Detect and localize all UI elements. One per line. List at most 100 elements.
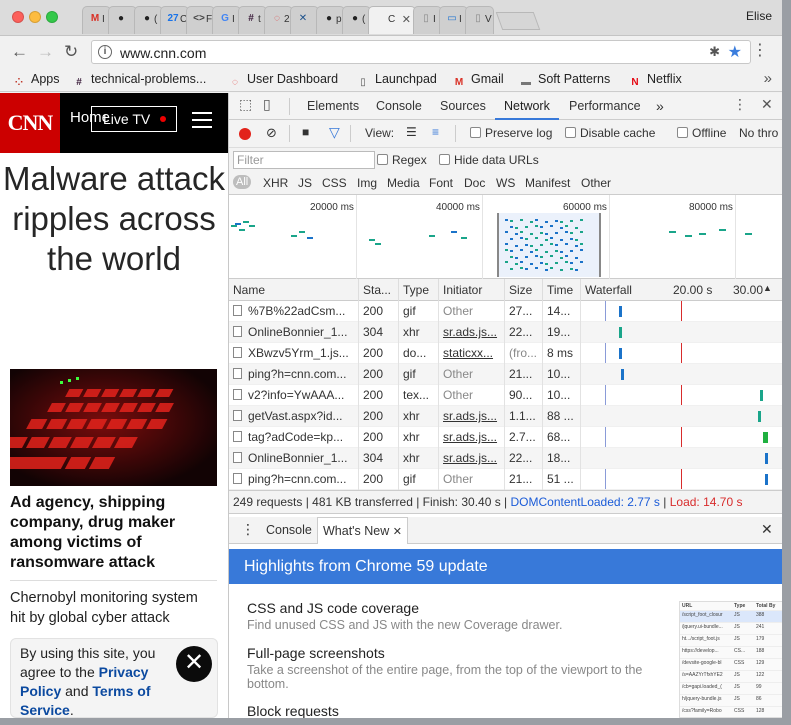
- hamburger-menu-icon[interactable]: [192, 112, 212, 133]
- whats-new-item[interactable]: Full-page screenshots Take a screenshot o…: [247, 645, 647, 691]
- extension-icon[interactable]: ✱: [709, 44, 720, 60]
- disable-cache-checkbox[interactable]: Disable cache: [565, 126, 655, 140]
- bookmark-item[interactable]: ▯ Launchpad: [356, 72, 437, 90]
- close-whats-new-icon[interactable]: ✕: [393, 526, 402, 538]
- tab-sources[interactable]: Sources: [440, 93, 486, 120]
- minimize-window-button[interactable]: [29, 11, 41, 23]
- browser-tab[interactable]: ▯ V: [465, 6, 494, 34]
- close-devtools-icon[interactable]: ✕: [761, 96, 773, 113]
- browser-tab[interactable]: ● p: [316, 6, 345, 34]
- type-filter-other[interactable]: Other: [581, 176, 611, 190]
- story-headline-2[interactable]: Chernobyl monitoring system hit by globa…: [10, 588, 215, 628]
- tab-elements[interactable]: Elements: [307, 93, 359, 120]
- new-tab-button[interactable]: [495, 12, 541, 30]
- sort-arrow-icon[interactable]: ▲: [763, 283, 772, 293]
- devtools-menu-icon[interactable]: ⋮: [733, 96, 747, 113]
- type-filter-all[interactable]: All: [233, 175, 252, 189]
- clear-icon[interactable]: ⊘: [266, 125, 277, 141]
- device-toggle-icon[interactable]: ▯: [263, 96, 271, 113]
- close-tab-icon[interactable]: ✕: [402, 7, 411, 33]
- record-icon[interactable]: [239, 128, 251, 140]
- address-bar[interactable]: i www.cnn.com ✱ ★: [91, 40, 751, 64]
- row-initiator-text[interactable]: sr.ads.js...: [443, 451, 497, 465]
- row-initiator-text[interactable]: sr.ads.js...: [443, 409, 497, 423]
- browser-tab[interactable]: ◌ 2: [264, 6, 293, 34]
- headline[interactable]: Malware attack ripples across the world: [0, 159, 228, 279]
- browser-tab[interactable]: ●(: [134, 6, 163, 34]
- close-window-button[interactable]: [12, 11, 24, 23]
- tab-network[interactable]: Network: [495, 93, 559, 120]
- bookmarks-more-icon[interactable]: »: [764, 70, 772, 87]
- bookmark-item[interactable]: M Gmail: [452, 72, 504, 90]
- drawer-menu-icon[interactable]: ⋮: [241, 521, 255, 538]
- browser-tab[interactable]: ●(: [342, 6, 371, 34]
- column-header[interactable]: 20.00 s: [669, 279, 729, 301]
- column-header[interactable]: Name: [229, 279, 359, 301]
- maximize-window-button[interactable]: [46, 11, 58, 23]
- column-header[interactable]: Size: [505, 279, 543, 301]
- browser-tab[interactable]: GI: [212, 6, 241, 34]
- whats-new-item[interactable]: CSS and JS code coverage Find unused CSS …: [247, 600, 647, 632]
- type-filter-font[interactable]: Font: [429, 176, 453, 190]
- more-tabs-icon[interactable]: »: [656, 93, 664, 120]
- browser-tab[interactable]: ✕: [290, 6, 319, 34]
- column-header[interactable]: Sta...: [359, 279, 399, 301]
- close-cookie-icon[interactable]: ✕: [176, 646, 212, 682]
- table-row[interactable]: %7B%22adCsm... 200 gif Other 27... 14...: [229, 301, 782, 322]
- large-rows-icon[interactable]: ☰: [406, 125, 417, 139]
- tab-console[interactable]: Console: [376, 93, 422, 120]
- cnn-logo[interactable]: CNN: [0, 93, 60, 153]
- type-filter-xhr[interactable]: XHR: [263, 176, 288, 190]
- bookmark-star-icon[interactable]: ★: [728, 42, 742, 62]
- bookmark-item[interactable]: ◌ User Dashboard: [228, 72, 338, 90]
- row-initiator-text[interactable]: staticxx...: [443, 346, 493, 360]
- column-header[interactable]: Type: [399, 279, 439, 301]
- menu-icon[interactable]: ⋮: [752, 42, 768, 60]
- row-initiator-text[interactable]: sr.ads.js...: [443, 430, 497, 444]
- bookmark-item[interactable]: N Netflix: [628, 72, 681, 90]
- type-filter-doc[interactable]: Doc: [464, 176, 485, 190]
- bookmark-item[interactable]: ▬ Soft Patterns: [519, 72, 610, 90]
- inspect-icon[interactable]: ⬚: [239, 96, 252, 113]
- column-header[interactable]: Initiator: [439, 279, 505, 301]
- story-headline-1[interactable]: Ad agency, shipping company, drug maker …: [10, 493, 210, 573]
- browser-tab[interactable]: # t: [238, 6, 267, 34]
- bookmark-item[interactable]: # technical-problems...: [72, 72, 206, 90]
- filter-input[interactable]: Filter: [233, 151, 375, 169]
- overview-icon[interactable]: ≡: [432, 125, 439, 139]
- live-tv-button[interactable]: Live TV: [91, 106, 177, 132]
- table-row[interactable]: ping?h=cnn.com... 200 gif Other 21... 10...: [229, 364, 782, 385]
- row-initiator-text[interactable]: sr.ads.js...: [443, 325, 497, 339]
- column-header[interactable]: Waterfall: [581, 279, 669, 301]
- type-filter-img[interactable]: Img: [357, 176, 377, 190]
- url-text[interactable]: www.cnn.com: [120, 45, 206, 61]
- hide-data-urls-checkbox[interactable]: Hide data URLs: [439, 153, 539, 167]
- table-row[interactable]: OnlineBonnier_1... 304 xhr sr.ads.js... 22..…: [229, 448, 782, 469]
- drawer-tab-console[interactable]: Console: [266, 523, 312, 537]
- browser-tab[interactable]: <>F: [186, 6, 215, 34]
- filter-funnel-icon[interactable]: ▽: [329, 124, 340, 141]
- browser-tab[interactable]: MI: [82, 6, 111, 34]
- regex-checkbox[interactable]: Regex: [377, 153, 427, 167]
- column-header[interactable]: Time: [543, 279, 581, 301]
- browser-tab[interactable]: ▭ I: [439, 6, 468, 34]
- throttling-select[interactable]: No thro: [739, 126, 778, 140]
- browser-tab[interactable]: 27C: [160, 6, 189, 34]
- browser-tab[interactable]: ▯ I: [413, 6, 442, 34]
- preserve-log-checkbox[interactable]: Preserve log: [470, 126, 552, 140]
- bookmark-item[interactable]: ⁘ Apps: [12, 72, 60, 90]
- table-row[interactable]: OnlineBonnier_1... 304 xhr sr.ads.js... 22..…: [229, 322, 782, 343]
- back-icon[interactable]: ←: [11, 42, 28, 62]
- table-row[interactable]: tag?adCode=kp... 200 xhr sr.ads.js... 2.7...…: [229, 427, 782, 448]
- network-overview[interactable]: 20000 ms 40000 ms 60000 ms 80000 ms: [229, 195, 782, 279]
- table-row[interactable]: XBwzv5Yrm_1.js... 200 do... staticxx... (fro…: [229, 343, 782, 364]
- browser-tab[interactable]: ●: [108, 6, 137, 34]
- profile-name[interactable]: Elise: [746, 9, 772, 23]
- close-drawer-icon[interactable]: ✕: [761, 521, 773, 538]
- browser-tab[interactable]: C ✕: [368, 6, 416, 34]
- reload-icon[interactable]: ↻: [64, 42, 78, 62]
- type-filter-css[interactable]: CSS: [322, 176, 347, 190]
- type-filter-media[interactable]: Media: [387, 176, 420, 190]
- whats-new-item[interactable]: Block requests: [247, 703, 647, 718]
- type-filter-manifest[interactable]: Manifest: [525, 176, 570, 190]
